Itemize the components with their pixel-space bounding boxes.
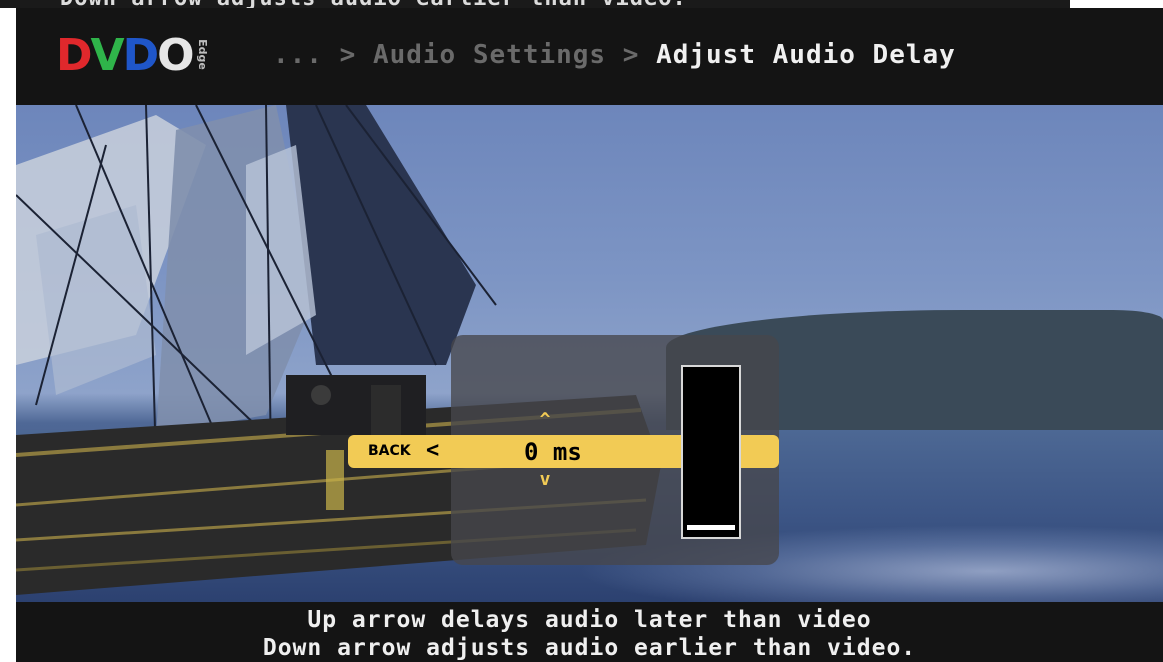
back-button[interactable]: BACK [368, 443, 411, 459]
breadcrumb-separator-2: > [622, 40, 640, 70]
dvdo-logo: DVDO Edge [56, 34, 211, 78]
help-text-line-1: Up arrow delays audio later than video [307, 607, 872, 633]
breadcrumb: ... > Audio Settings > Adjust Audio Dela… [273, 40, 956, 70]
delay-value: 0 ms [524, 438, 582, 466]
delay-level-indicator [687, 525, 735, 530]
breadcrumb-ellipsis[interactable]: ... [273, 40, 323, 70]
header: DVDO Edge ... > Audio Settings > Adjust A… [16, 8, 1163, 105]
logo-letter-v: V [90, 30, 125, 81]
osd-frame: DVDO Edge ... > Audio Settings > Adjust A… [16, 8, 1163, 662]
chevron-left-icon[interactable]: < [426, 438, 439, 463]
breadcrumb-audio-settings[interactable]: Audio Settings [373, 40, 606, 70]
logo-letter-o: O [157, 30, 194, 81]
breadcrumb-separator: > [339, 40, 357, 70]
logo-letter-d2: D [122, 30, 160, 81]
delay-level-meter [681, 365, 741, 539]
help-text-line-2: Down arrow adjusts audio earlier than vi… [262, 635, 917, 661]
top-strip: Down arrow adjusts audio earlier than vi… [0, 0, 1070, 8]
chevron-up-icon[interactable]: ^ [537, 411, 553, 429]
top-strip-text: Down arrow adjusts audio earlier than vi… [60, 0, 687, 8]
logo-subtext: Edge [195, 39, 209, 70]
breadcrumb-current: Adjust Audio Delay [656, 40, 956, 70]
chevron-down-icon[interactable]: v [537, 471, 553, 489]
video-background: ^ BACK < 0 ms v [16, 105, 1163, 602]
help-text: Up arrow delays audio later than video D… [16, 602, 1163, 662]
logo-letter-d1: D [56, 30, 93, 81]
